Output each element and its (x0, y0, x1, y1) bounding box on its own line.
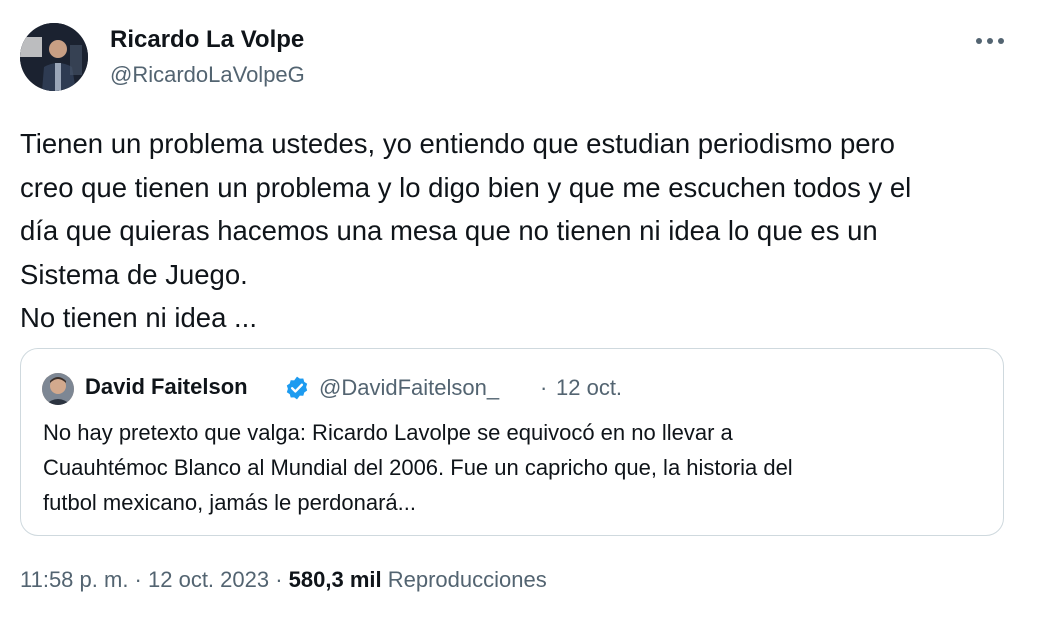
tweet-card: Ricardo La Volpe @RicardoLaVolpeG Tienen… (0, 0, 1044, 620)
meta-separator: · (128, 567, 148, 592)
more-horizontal-icon (976, 38, 1004, 44)
tweet-text-line: Tienen un problema ustedes, yo entiendo … (20, 128, 895, 159)
quoted-author-name[interactable]: David Faitelson (85, 374, 248, 400)
quoted-author-avatar[interactable] (42, 373, 74, 405)
tweet-text-line: día que quieras hacemos una mesa que no … (20, 215, 878, 246)
separator-dot: · (540, 375, 548, 400)
author-name[interactable]: Ricardo La Volpe (110, 26, 304, 54)
tweet-date[interactable]: 12 oct. 2023 (148, 567, 269, 592)
author-avatar-image (20, 23, 88, 91)
author-handle[interactable]: @RicardoLaVolpeG (110, 62, 305, 88)
quoted-text-line: No hay pretexto que valga: Ricardo Lavol… (43, 420, 733, 445)
tweet-time[interactable]: 11:58 p. m. (20, 567, 128, 592)
quoted-tweet-text: No hay pretexto que valga: Ricardo Lavol… (43, 415, 983, 520)
tweet-text: Tienen un problema ustedes, yo entiendo … (20, 122, 1000, 340)
views-count: 580,3 mil (288, 567, 382, 592)
quoted-text-line: Cuauhtémoc Blanco al Mundial del 2006. F… (43, 455, 793, 480)
quoted-tweet[interactable]: David Faitelson @DavidFaitelson_ · 12 oc… (20, 348, 1004, 536)
tweet-meta: 11:58 p. m. · 12 oct. 2023 · 580,3 mil R… (20, 567, 547, 593)
quoted-tweet-date[interactable]: 12 oct. (556, 375, 622, 401)
quoted-author-avatar-image (42, 373, 74, 405)
quoted-author-handle[interactable]: @DavidFaitelson_ (319, 375, 499, 401)
more-options-button[interactable] (970, 26, 1010, 56)
tweet-text-line: Sistema de Juego. (20, 258, 248, 290)
quoted-text-line: futbol mexicano, jamás le perdonará... (43, 490, 416, 515)
tweet-text-line: creo que tienen un problema y lo digo bi… (20, 171, 912, 203)
verified-badge-icon (284, 375, 310, 401)
meta-separator: · (269, 567, 289, 592)
views-label: Reproducciones (381, 567, 547, 592)
tweet-text-line: No tienen ni idea ... (20, 302, 257, 333)
author-avatar[interactable] (20, 23, 88, 91)
